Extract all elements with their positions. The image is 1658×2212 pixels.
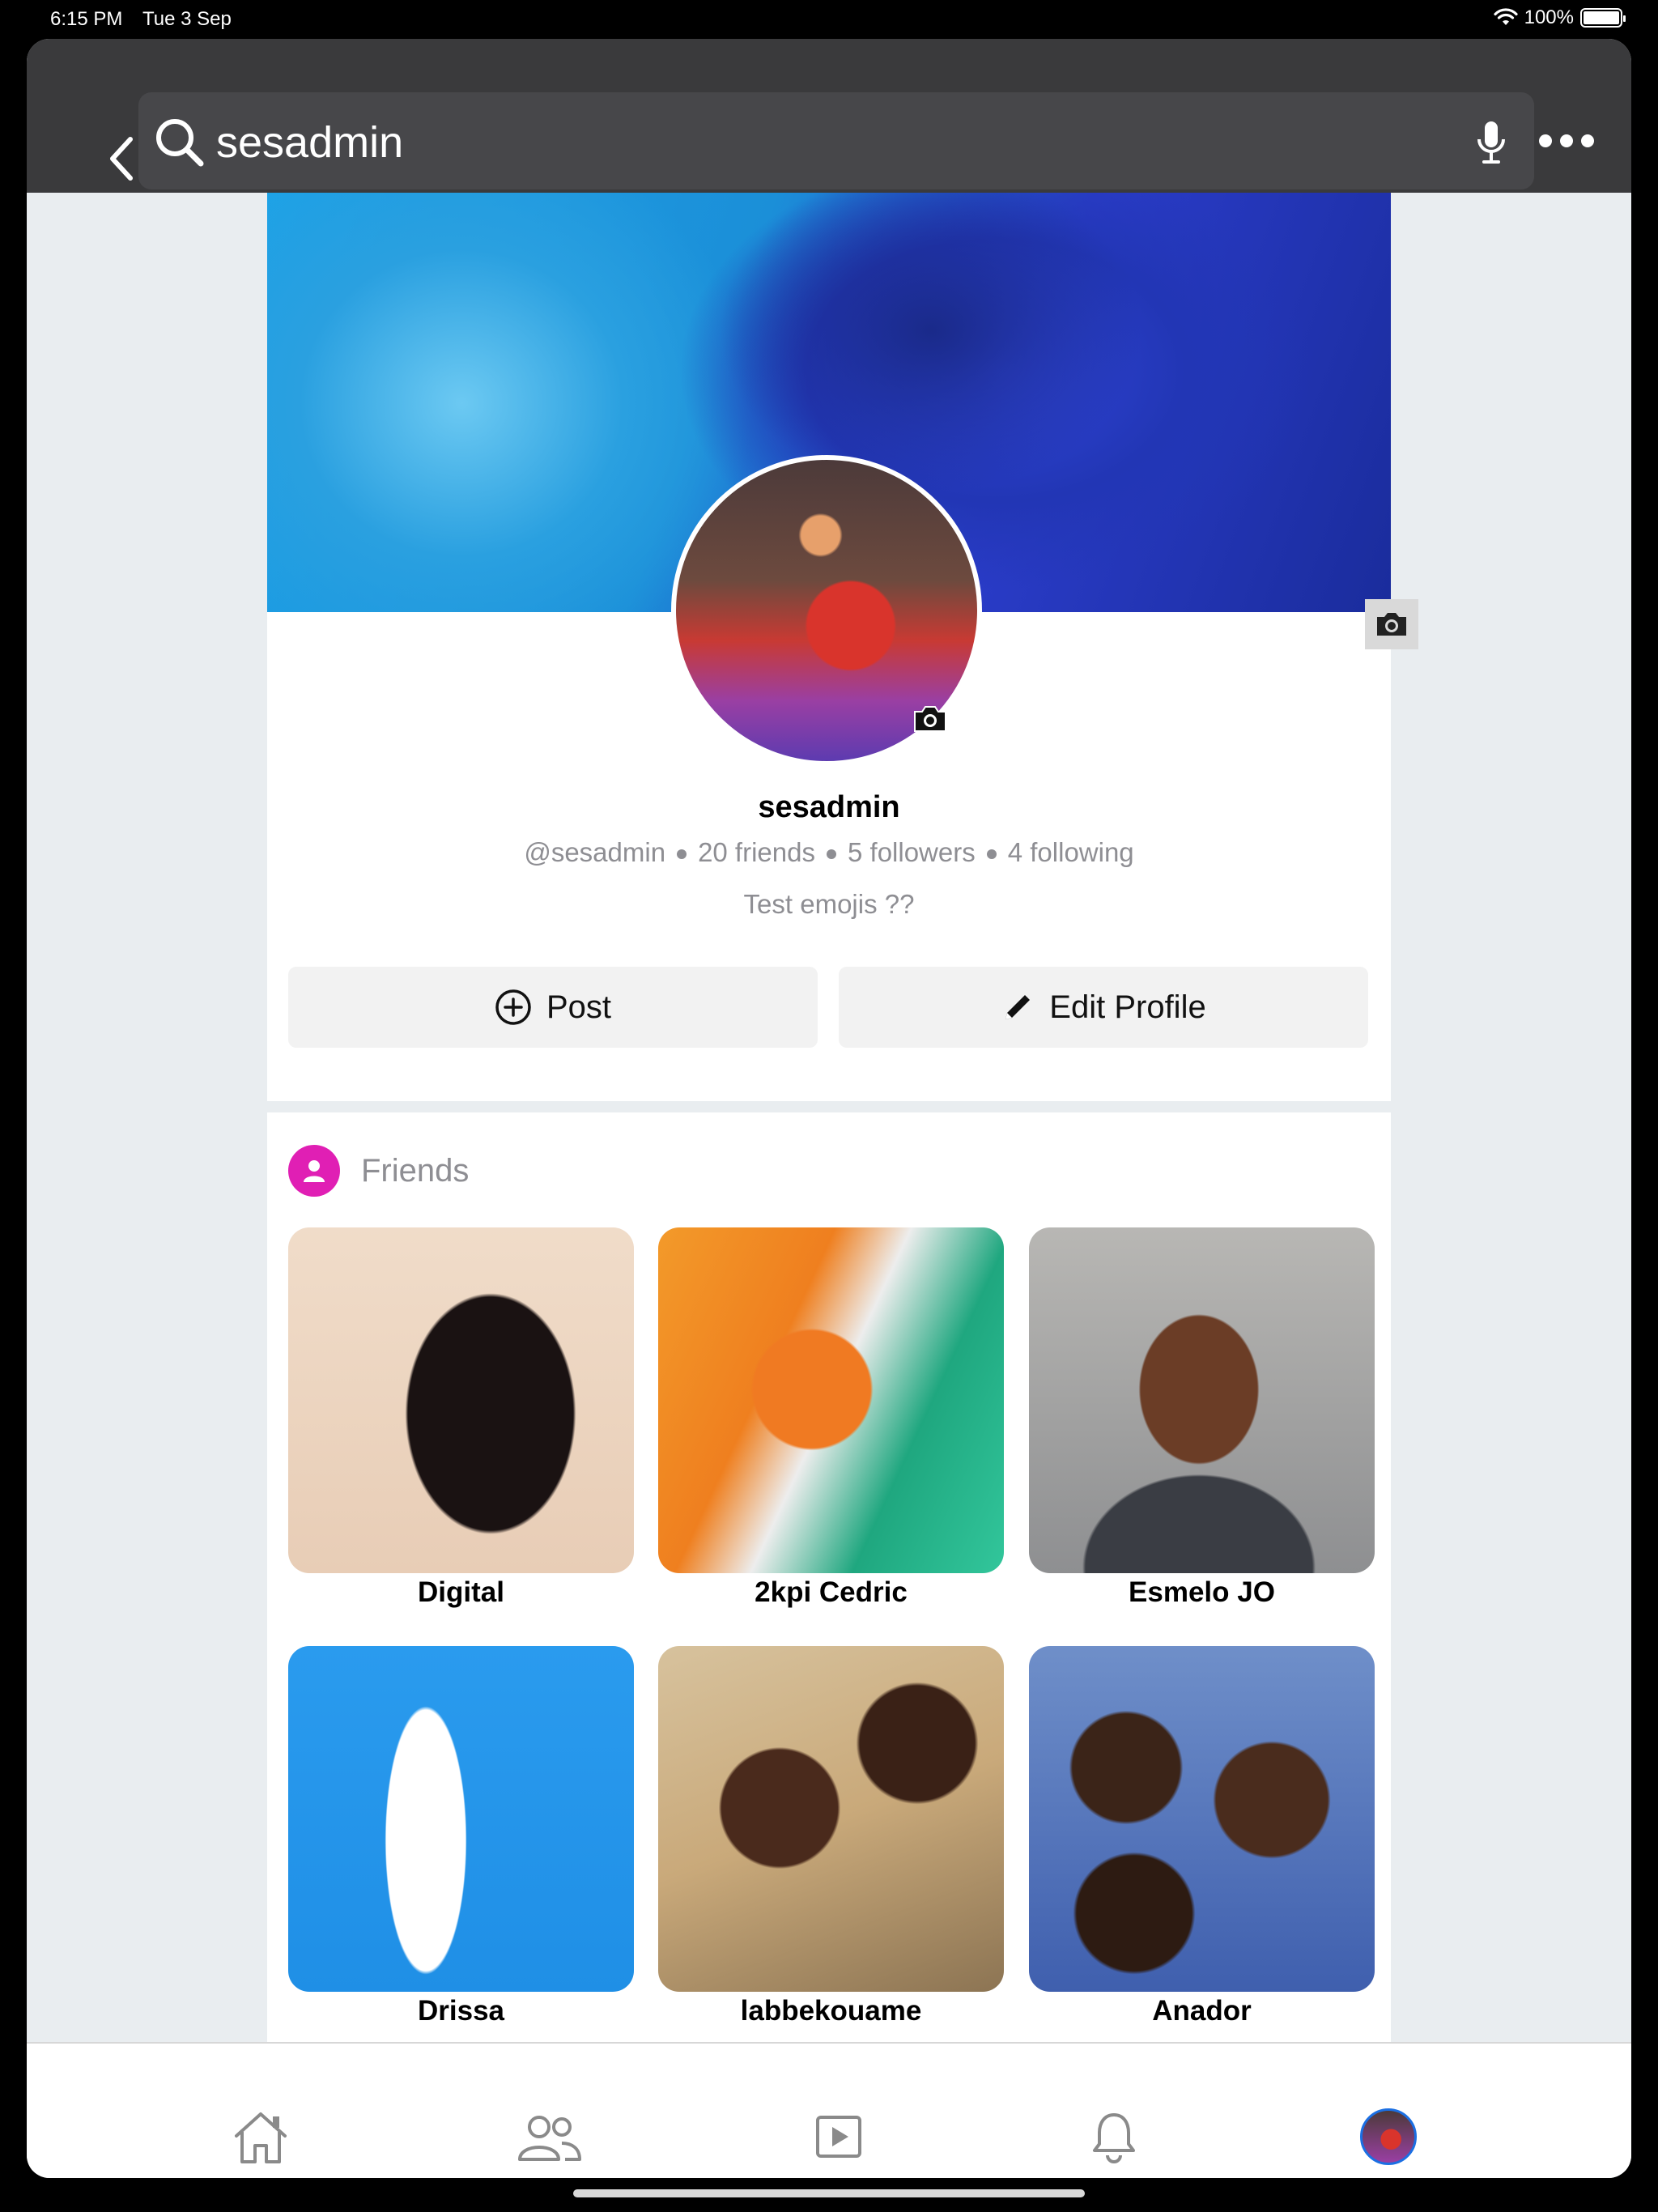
battery-percent: 100% [1524, 6, 1574, 28]
tab-videos[interactable] [802, 2100, 875, 2173]
edit-profile-label: Edit Profile [1049, 989, 1206, 1025]
post-button-label: Post [546, 989, 612, 1025]
people-icon [518, 2116, 581, 2161]
microphone-icon [1477, 121, 1505, 164]
friend-photo [658, 1646, 1004, 1992]
change-cover-button[interactable] [1365, 599, 1418, 649]
tab-profile[interactable] [1352, 2100, 1425, 2173]
pencil-icon [1005, 995, 1031, 1019]
tab-notifications[interactable] [1078, 2100, 1150, 2173]
friend-card[interactable]: Drissa [288, 1646, 634, 2027]
edit-profile-button[interactable]: Edit Profile [839, 967, 1368, 1048]
followers-count-link[interactable]: 5 followers [848, 837, 976, 867]
profile-name: sesadmin [758, 790, 900, 824]
status-indicators: 100% [1494, 6, 1626, 29]
post-button[interactable]: Post [288, 967, 818, 1048]
chevron-left-icon [110, 137, 133, 181]
camera-icon [914, 706, 946, 732]
friend-photo [1029, 1227, 1375, 1573]
friend-name: Esmelo JO [1129, 1576, 1275, 1608]
following-count-link[interactable]: 4 following [1008, 837, 1134, 867]
tab-home[interactable] [224, 2100, 297, 2173]
friend-photo [288, 1646, 634, 1992]
friend-photo [1029, 1646, 1375, 1992]
friend-photo [288, 1227, 634, 1573]
search-icon [156, 119, 204, 167]
wifi-icon [1494, 8, 1518, 25]
battery-icon [1580, 8, 1626, 28]
plus-circle-icon [495, 989, 531, 1025]
status-time: 6:15 PM [50, 8, 123, 30]
separator-dot [827, 849, 836, 860]
bell-icon [1093, 2113, 1135, 2163]
friend-card[interactable]: Digital [288, 1227, 634, 1609]
friends-count-link[interactable]: 20 friends [698, 837, 815, 867]
friends-section-title: Friends [361, 1153, 470, 1189]
profile-handle: @sesadmin [524, 837, 666, 867]
mic-button[interactable] [1476, 120, 1507, 169]
more-dot [1539, 134, 1552, 147]
tab-friends[interactable] [512, 2100, 585, 2173]
friend-card[interactable]: Anador [1029, 1646, 1375, 2027]
profile-bio: Test emojis ?? [743, 889, 915, 919]
friend-photo [658, 1227, 1004, 1573]
change-avatar-button[interactable] [912, 704, 948, 738]
status-bar: 6:15 PM Tue 3 Sep 100% [0, 0, 1658, 39]
friend-card[interactable]: 2kpi Cedric [658, 1227, 1004, 1609]
search-input[interactable] [216, 117, 1414, 168]
home-icon [235, 2112, 287, 2163]
camera-icon [1377, 613, 1406, 636]
friend-name: Anador [1152, 1995, 1252, 2027]
profile-avatar-tab-icon [1360, 2108, 1417, 2165]
video-play-icon [816, 2116, 861, 2158]
separator-dot [986, 849, 997, 860]
friend-name: Drissa [417, 1995, 505, 2027]
friend-name: Digital [418, 1576, 504, 1608]
battery-level [1584, 11, 1619, 24]
friend-card[interactable]: labbekouame [658, 1646, 1004, 2027]
status-date: Tue 3 Sep [142, 8, 232, 30]
more-options-button[interactable] [1539, 134, 1594, 147]
separator-dot [677, 849, 687, 860]
friend-name: labbekouame [740, 1995, 922, 2027]
friend-card[interactable]: Esmelo JO [1029, 1227, 1375, 1609]
friend-name: 2kpi Cedric [755, 1576, 908, 1608]
profile-stats: @sesadmin 20 friends 5 followers 4 followin… [267, 837, 1391, 868]
more-dot [1581, 134, 1594, 147]
home-indicator[interactable] [573, 2189, 1085, 2197]
app-window: sesadmin @sesadmin 20 friends 5 followers 4… [27, 39, 1631, 2178]
person-icon [304, 1160, 325, 1182]
friends-section-icon [288, 1145, 340, 1197]
more-dot [1560, 134, 1573, 147]
